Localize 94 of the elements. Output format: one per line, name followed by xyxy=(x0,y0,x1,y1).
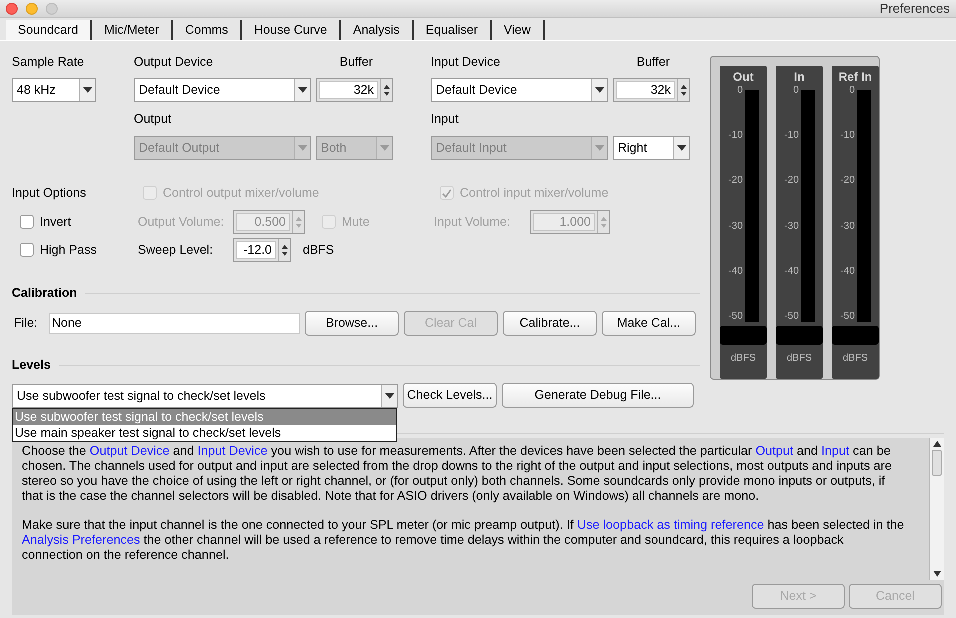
button[interactable]: Check Levels... xyxy=(403,383,497,408)
section-title: Calibration xyxy=(12,285,78,302)
button[interactable]: Generate Debug File... xyxy=(502,383,694,408)
down-arrow-icon[interactable] xyxy=(680,92,686,96)
dropdown[interactable]: Default Device xyxy=(431,78,608,102)
up-arrow-icon[interactable] xyxy=(282,244,288,248)
checkbox-label: Control output mixer/volume xyxy=(163,184,320,202)
checkbox-label: Mute xyxy=(342,214,370,231)
scale-label: -30 xyxy=(840,222,856,232)
scale-label: -50 xyxy=(840,312,856,322)
scale-label: -40 xyxy=(784,266,800,277)
spinner-field[interactable]: 32k xyxy=(613,78,690,102)
meter-title: Ref In xyxy=(838,69,872,86)
dropdown-arrow-icon xyxy=(594,145,604,151)
dropdown[interactable]: Default Device xyxy=(134,78,311,102)
dropdown-arrow-icon xyxy=(384,392,394,398)
meter-unit: dBFS xyxy=(786,352,812,366)
button[interactable]: Calibrate... xyxy=(503,310,597,336)
dropdown-arrow-icon xyxy=(594,87,604,93)
scale-label: 0 xyxy=(848,86,856,96)
dropdown-arrow-icon xyxy=(380,145,390,151)
scale-label: -30 xyxy=(784,222,800,232)
help-paragraph: Make sure that the input channel is the one connected to your SPL meter (or mic preamp output). If Use loopback as timing reference has been selected in the Analysis Preferences the other channel will be used a reference to remove time delays within the computer and soundcard, this requires a loopback connection on the reference channel. xyxy=(22,518,905,562)
help-link[interactable]: Output xyxy=(756,444,794,458)
scale-label: 0 xyxy=(736,86,744,96)
up-arrow-icon[interactable] xyxy=(680,84,686,88)
help-paragraph: Choose the Output Device and Input Device you wish to use for measurements. After the devices have been selected the particular Output and Input can be chosen. The channels used for output and input are selected from the drop downs to the right of the output and input selections, most outputs and inputs are stereo so you have the choice of using the left or right channel, or (for output only) both channels. Some soundcards only provide mono inputs or outputs, if that is the case the channel selectors will be disabled. Note that for ASIO drivers (only available on Windows) all channels are mono. xyxy=(22,444,893,504)
checkbox[interactable] xyxy=(20,215,34,229)
field-label: File: xyxy=(13,314,39,332)
meter-title: Out xyxy=(733,69,754,86)
button[interactable]: Browse... xyxy=(305,310,399,336)
section-title: Levels xyxy=(12,356,51,374)
field-label: Output Volume: xyxy=(138,214,226,231)
meter-readout xyxy=(832,326,879,345)
scale-label: -10 xyxy=(728,131,744,142)
field-label: Buffer xyxy=(636,54,670,71)
scale-label: -20 xyxy=(840,176,856,186)
meter-readout xyxy=(776,326,823,345)
meter-unit: dBFS xyxy=(730,352,756,366)
scale-label: -20 xyxy=(728,176,744,186)
dropdown-arrow-icon xyxy=(82,87,92,93)
scale-label: -40 xyxy=(840,266,856,277)
up-arrow-icon[interactable] xyxy=(384,84,390,88)
scale-label: -10 xyxy=(840,131,856,142)
field-label: Input xyxy=(431,110,459,128)
checkbox-label: Control input mixer/volume xyxy=(460,184,609,202)
down-arrow-icon[interactable] xyxy=(282,252,288,256)
help-link[interactable]: Input Device xyxy=(198,444,268,458)
field-label: Output xyxy=(134,110,173,128)
field-label: Input Options xyxy=(12,184,88,202)
tab[interactable]: Soundcard xyxy=(6,20,92,40)
field-label: Buffer xyxy=(340,54,373,71)
dropdown[interactable]: Right xyxy=(613,136,690,160)
zoom-button[interactable] xyxy=(46,2,58,14)
field-label: Sample Rate xyxy=(12,54,86,71)
help-link[interactable]: Use loopback as timing reference xyxy=(577,518,764,532)
window-title: Preferences xyxy=(880,0,950,18)
dropdown-arrow-icon xyxy=(676,145,686,151)
help-link[interactable]: Analysis Preferences xyxy=(22,532,140,546)
close-button[interactable] xyxy=(6,2,18,14)
down-arrow-icon[interactable] xyxy=(384,92,390,96)
field-label: dBFS xyxy=(303,242,334,259)
meter-readout xyxy=(720,326,767,345)
spinner-field[interactable]: -12.0 xyxy=(233,238,291,262)
dropdown-arrow-icon xyxy=(298,87,308,93)
scale-label: -10 xyxy=(784,131,800,142)
scrollbar-thumb[interactable] xyxy=(932,450,942,476)
spinner-field[interactable]: 32k xyxy=(316,78,393,102)
scale-label: -40 xyxy=(728,266,744,277)
scale-label: -20 xyxy=(784,176,800,186)
checkbox-label: Invert xyxy=(40,214,72,231)
minimize-button[interactable] xyxy=(26,2,38,14)
help-link[interactable]: Output Device xyxy=(90,444,170,458)
scale-label: -50 xyxy=(784,312,800,322)
scrollbar[interactable] xyxy=(929,438,944,580)
field-label: Input Device xyxy=(431,54,502,71)
help-link[interactable]: Input xyxy=(822,444,850,458)
scale-label: -50 xyxy=(728,312,744,322)
dropdown[interactable]: Use subwoofer test signal to check/set levels xyxy=(12,384,398,408)
field-label: Output Device xyxy=(134,54,214,71)
dropdown-option[interactable]: Use main speaker test signal to check/set levels xyxy=(13,424,396,440)
checkbox[interactable] xyxy=(20,243,34,257)
field-label: Input Volume: xyxy=(434,214,512,231)
checkbox-label: High Pass xyxy=(40,242,97,259)
meter-unit: dBFS xyxy=(842,352,868,366)
scale-label: 0 xyxy=(792,86,800,96)
scale-label: -30 xyxy=(728,222,744,232)
dropdown[interactable]: 48 kHz xyxy=(12,78,96,102)
file-field[interactable]: None xyxy=(49,312,300,334)
field-label: Sweep Level: xyxy=(138,242,214,259)
dropdown-arrow-icon xyxy=(298,145,308,151)
checkmark-icon xyxy=(442,188,452,198)
meter-title: In xyxy=(794,69,805,86)
button[interactable]: Make Cal... xyxy=(602,310,696,336)
